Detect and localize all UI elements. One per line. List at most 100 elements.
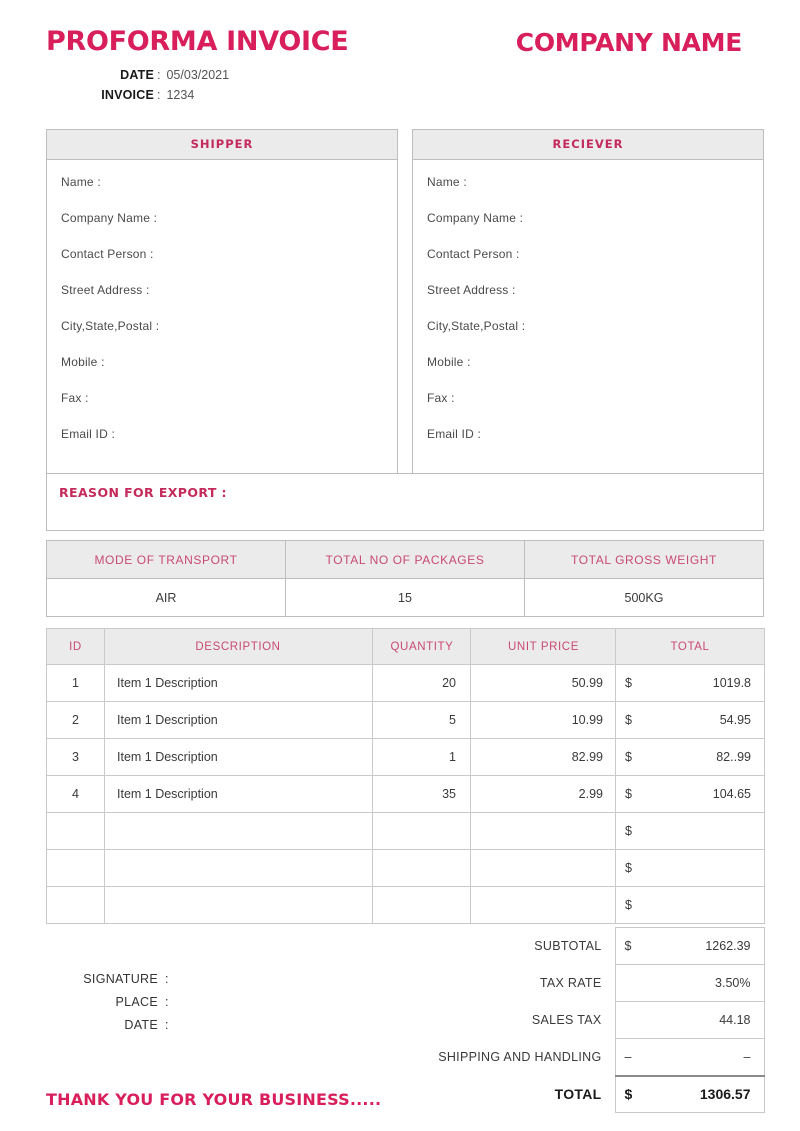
party-blocks: SHIPPER Name : Company Name : Contact Pe… — [46, 129, 764, 475]
shipper-heading: SHIPPER — [47, 130, 397, 160]
invoice-label: INVOICE — [101, 88, 154, 102]
receiver-block: RECIEVER Name : Company Name : Contact P… — [412, 129, 764, 475]
reason-for-export-box[interactable]: REASON FOR EXPORT : — [46, 473, 764, 531]
table-row[interactable]: $ — [46, 849, 765, 887]
items-header-total: TOTAL — [615, 628, 765, 665]
item-id: 4 — [46, 775, 105, 813]
item-total: 82..99 — [690, 738, 765, 776]
transport-value-weight[interactable]: 500KG — [524, 578, 764, 617]
shipper-block: SHIPPER Name : Company Name : Contact Pe… — [46, 129, 398, 475]
table-row[interactable]: $ — [46, 812, 765, 850]
item-quantity[interactable] — [372, 849, 471, 887]
shipping-currency: – — [614, 1038, 647, 1076]
receiver-field-company-name[interactable]: Company Name : — [427, 208, 749, 244]
table-row[interactable]: 2 Item 1 Description 5 10.99 $ 54.95 — [46, 701, 765, 739]
items-header-id: ID — [46, 628, 105, 665]
totals-row-sales-tax: SALES TAX 44.18 — [421, 1001, 765, 1039]
sales-tax-label: SALES TAX — [531, 1013, 602, 1027]
transport-header-row: MODE OF TRANSPORT TOTAL NO OF PACKAGES T… — [46, 540, 764, 579]
place-label: PLACE — [115, 995, 158, 1009]
receiver-field-mobile[interactable]: Mobile : — [427, 352, 749, 388]
item-currency: $ — [615, 738, 690, 776]
item-unit-price[interactable]: 2.99 — [470, 775, 616, 813]
item-description[interactable]: Item 1 Description — [104, 738, 373, 776]
item-id: 2 — [46, 701, 105, 739]
item-description[interactable]: Item 1 Description — [104, 701, 373, 739]
item-total: 104.65 — [690, 775, 765, 813]
item-quantity[interactable] — [372, 812, 471, 850]
invoice-number-row: INVOICE : 1234 — [46, 88, 306, 102]
signature-row[interactable]: SIGNATURE : — [46, 972, 346, 986]
shipper-field-contact-person[interactable]: Contact Person : — [61, 244, 383, 280]
item-description[interactable] — [104, 849, 373, 887]
date-row: DATE : 05/03/2021 — [46, 68, 306, 82]
subtotal-value: 1262.39 — [647, 927, 765, 965]
item-unit-price[interactable] — [470, 812, 616, 850]
table-row[interactable]: 3 Item 1 Description 1 82.99 $ 82..99 — [46, 738, 765, 776]
grand-total-label: TOTAL — [554, 1086, 602, 1102]
table-row[interactable]: 4 Item 1 Description 35 2.99 $ 104.65 — [46, 775, 765, 813]
item-total: 54.95 — [690, 701, 765, 739]
receiver-field-contact-person[interactable]: Contact Person : — [427, 244, 749, 280]
transport-table: MODE OF TRANSPORT TOTAL NO OF PACKAGES T… — [46, 540, 764, 617]
item-quantity[interactable]: 5 — [372, 701, 471, 739]
item-unit-price[interactable] — [470, 886, 616, 924]
item-unit-price[interactable] — [470, 849, 616, 887]
place-row[interactable]: PLACE : — [46, 995, 346, 1009]
shipper-field-company-name[interactable]: Company Name : — [61, 208, 383, 244]
signature-date-label: DATE — [124, 1018, 158, 1032]
shipper-field-fax[interactable]: Fax : — [61, 388, 383, 424]
totals-row-tax-rate: TAX RATE 3.50% — [421, 964, 765, 1002]
date-colon: : — [157, 68, 161, 82]
item-quantity[interactable]: 35 — [372, 775, 471, 813]
totals-row-shipping: SHIPPING AND HANDLING – – — [421, 1038, 765, 1076]
shipping-label: SHIPPING AND HANDLING — [438, 1050, 602, 1064]
shipper-field-name[interactable]: Name : — [61, 172, 383, 208]
transport-value-packages[interactable]: 15 — [285, 578, 525, 617]
receiver-field-email-id[interactable]: Email ID : — [427, 424, 749, 460]
item-currency: $ — [615, 849, 690, 887]
date-value: 05/03/2021 — [166, 68, 230, 82]
shipper-field-street-address[interactable]: Street Address : — [61, 280, 383, 316]
item-unit-price[interactable]: 50.99 — [470, 664, 616, 702]
item-id — [46, 849, 105, 887]
shipper-field-city-state-postal[interactable]: City,State,Postal : — [61, 316, 383, 352]
item-quantity[interactable] — [372, 886, 471, 924]
transport-value-mode[interactable]: AIR — [46, 578, 286, 617]
item-quantity[interactable]: 20 — [372, 664, 471, 702]
grand-total-currency: $ — [614, 1074, 647, 1113]
signature-date-colon: : — [165, 1018, 169, 1032]
receiver-field-name[interactable]: Name : — [427, 172, 749, 208]
item-total — [690, 886, 765, 924]
page-title: PROFORMA INVOICE — [46, 26, 349, 57]
item-total: 1019.8 — [690, 664, 765, 702]
receiver-field-city-state-postal[interactable]: City,State,Postal : — [427, 316, 749, 352]
tax-rate-value[interactable]: 3.50% — [647, 964, 765, 1002]
transport-header-weight: TOTAL GROSS WEIGHT — [524, 540, 764, 579]
invoice-meta: DATE : 05/03/2021 INVOICE : 1234 — [46, 68, 306, 108]
receiver-field-fax[interactable]: Fax : — [427, 388, 749, 424]
item-currency: $ — [615, 812, 690, 850]
table-row[interactable]: 1 Item 1 Description 20 50.99 $ 1019.8 — [46, 664, 765, 702]
item-description[interactable] — [104, 886, 373, 924]
item-description[interactable] — [104, 812, 373, 850]
item-total — [690, 812, 765, 850]
table-row[interactable]: $ — [46, 886, 765, 924]
item-currency: $ — [615, 886, 690, 924]
shipper-field-email-id[interactable]: Email ID : — [61, 424, 383, 460]
item-unit-price[interactable]: 82.99 — [470, 738, 616, 776]
shipping-value[interactable]: – — [647, 1038, 765, 1076]
place-colon: : — [165, 995, 169, 1009]
totals-table: SUBTOTAL $ 1262.39 TAX RATE 3.50% SALES … — [421, 927, 765, 1113]
sales-tax-value: 44.18 — [647, 1001, 765, 1039]
item-description[interactable]: Item 1 Description — [104, 775, 373, 813]
item-unit-price[interactable]: 10.99 — [470, 701, 616, 739]
item-quantity[interactable]: 1 — [372, 738, 471, 776]
tax-rate-label: TAX RATE — [539, 976, 602, 990]
receiver-field-street-address[interactable]: Street Address : — [427, 280, 749, 316]
signature-date-row[interactable]: DATE : — [46, 1018, 346, 1032]
shipper-field-mobile[interactable]: Mobile : — [61, 352, 383, 388]
transport-header-packages: TOTAL NO OF PACKAGES — [285, 540, 525, 579]
item-description[interactable]: Item 1 Description — [104, 664, 373, 702]
totals-row-subtotal: SUBTOTAL $ 1262.39 — [421, 927, 765, 965]
